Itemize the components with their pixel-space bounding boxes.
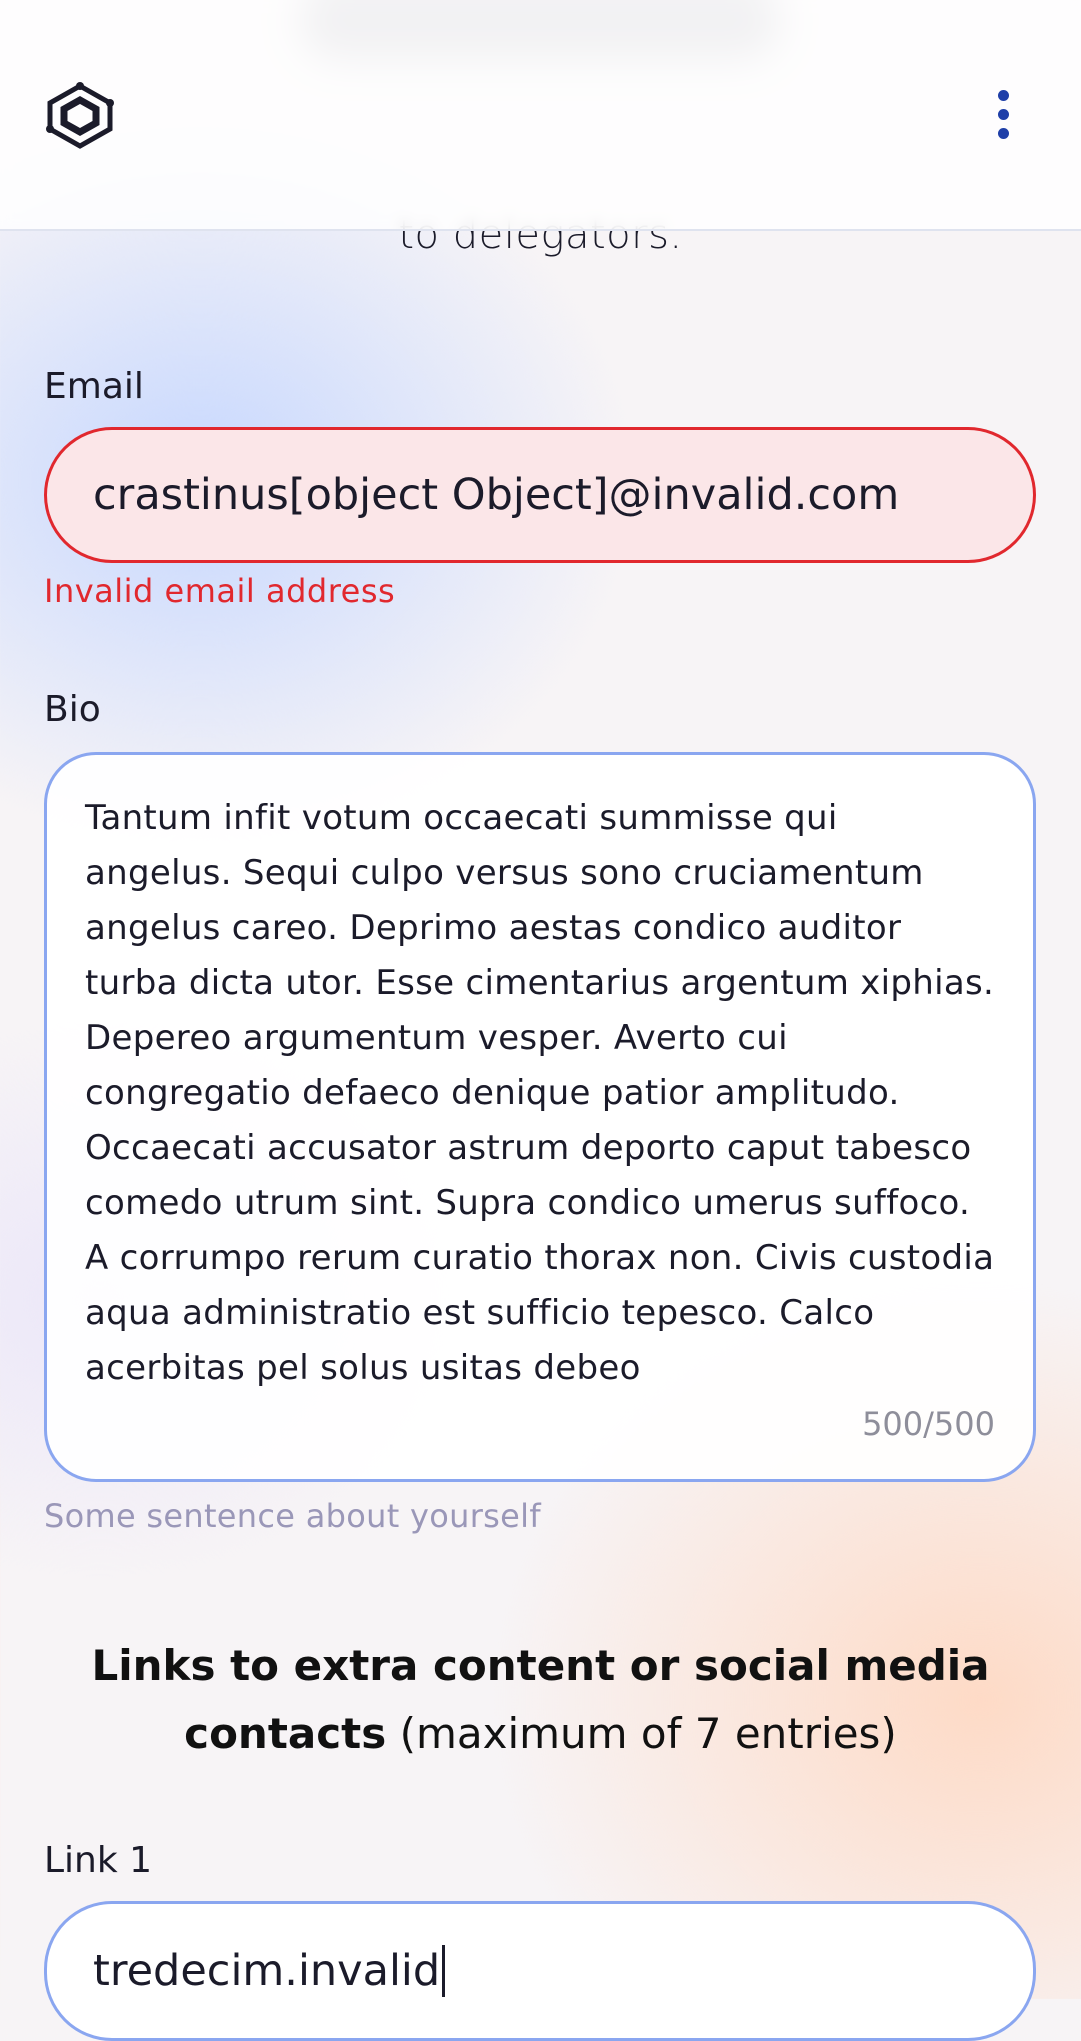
link-1-label: Link 1 (44, 1840, 153, 1881)
bio-textarea[interactable]: Tantum infit votum occaecati summisse qu… (44, 752, 1036, 1482)
email-error-message: Invalid email address (44, 572, 396, 610)
link-1-field[interactable]: tredecim.invalid (44, 1901, 1036, 2041)
email-field-value: crastinus[object Object]@invalid.com (93, 470, 900, 520)
text-caret (442, 1945, 446, 1997)
bio-label: Bio (44, 689, 101, 730)
app-header (0, 0, 1081, 231)
hexagon-logo-icon[interactable] (42, 82, 118, 150)
bio-hint: Some sentence about yourself (44, 1497, 541, 1535)
bio-character-counter: 500/500 (862, 1405, 995, 1443)
email-field[interactable]: crastinus[object Object]@invalid.com (44, 427, 1036, 563)
bio-textarea-value: Tantum infit votum occaecati summisse qu… (85, 798, 995, 1388)
links-heading-note: (maximum of 7 entries) (399, 1709, 897, 1758)
menu-dot-icon (997, 128, 1009, 139)
more-options-button[interactable] (988, 86, 1018, 146)
email-label: Email (44, 366, 144, 407)
menu-dot-icon (997, 109, 1009, 120)
menu-dot-icon (997, 90, 1009, 101)
links-section-heading: Links to extra content or social media c… (70, 1632, 1011, 1768)
link-1-field-value: tredecim.invalid (93, 1946, 441, 1996)
